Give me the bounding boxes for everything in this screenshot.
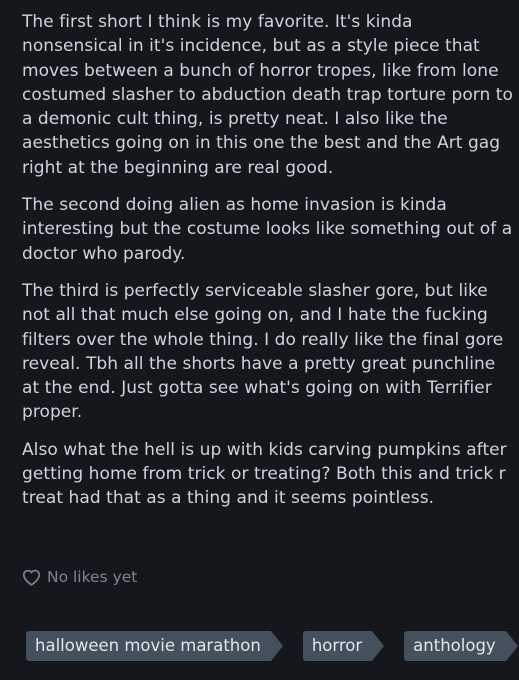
tag-halloween-movie-marathon[interactable]: halloween movie marathon <box>26 631 283 661</box>
tag-horror[interactable]: horror <box>302 631 385 661</box>
like-button[interactable]: No likes yet <box>22 568 137 586</box>
review-paragraph: The first short I think is my favorite. … <box>22 12 513 178</box>
review-paragraph: The second doing alien as home invasion … <box>22 195 513 264</box>
heart-icon[interactable] <box>22 569 41 586</box>
review-body: The first short I think is my favorite. … <box>22 10 516 524</box>
review-paragraph: The third is perfectly serviceable slash… <box>22 280 504 423</box>
tag-anthology[interactable]: anthology <box>404 631 518 661</box>
review-paragraph: Also what the hell is up with kids carvi… <box>22 439 507 509</box>
tag-list: halloween movie marathon horror antholog… <box>26 631 518 661</box>
likes-count-label: No likes yet <box>47 568 138 586</box>
